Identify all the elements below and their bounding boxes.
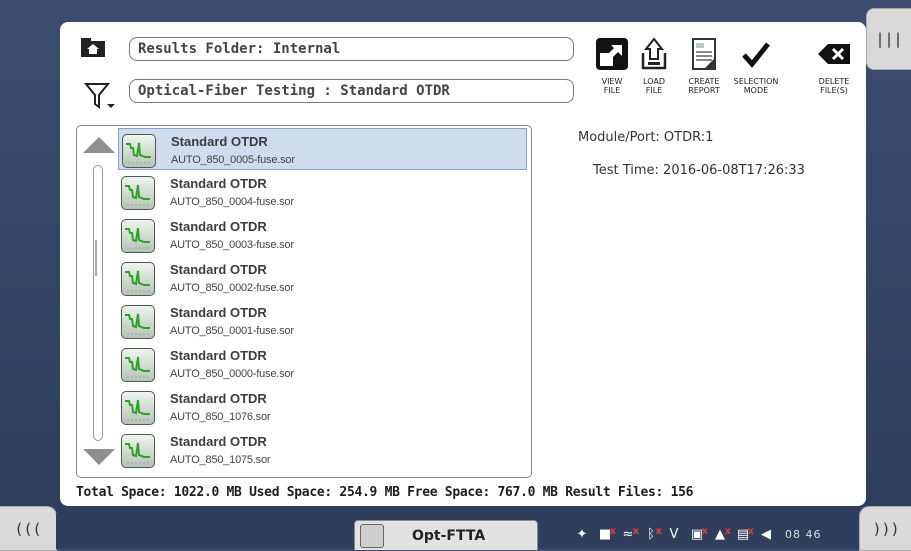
left-drawer-button[interactable]: ((( [0, 506, 57, 551]
file-title: Standard OTDR [170, 305, 267, 320]
app-icon [360, 523, 384, 548]
otdr-trace-icon [121, 434, 155, 468]
otdr-trace-icon [121, 219, 155, 253]
test-time-text: Test Time: 2016-06-08T17:26:33 [593, 163, 805, 178]
right-drawer-button[interactable]: ))) [859, 506, 911, 551]
file-name: AUTO_850_0005-fuse.sor [171, 154, 295, 166]
results-folder-field[interactable]: Results Folder: Internal [129, 37, 574, 61]
app-switcher-button[interactable]: Opt-FTTA [354, 520, 538, 550]
selection-mode-button[interactable]: SELECTION MODE [728, 36, 784, 106]
file-name: AUTO_850_1075.sor [170, 454, 271, 466]
storage-stats: Total Space: 1022.0 MB Used Space: 254.9… [76, 485, 694, 500]
list-item[interactable]: Standard OTDR AUTO_850_1075.sor [118, 429, 527, 471]
create-report-button[interactable]: CREATE REPORT [676, 36, 732, 106]
right-drawer-label: ))) [872, 519, 900, 538]
file-title: Standard OTDR [170, 348, 267, 363]
scroll-up-arrow-icon[interactable] [83, 137, 115, 153]
menu-tab-button[interactable]: ||| [866, 8, 911, 70]
list-item[interactable]: Standard OTDR AUTO_850_0004-fuse.sor [118, 171, 527, 213]
left-drawer-label: ((( [14, 519, 42, 538]
results-folder-label: Results Folder: Internal [138, 41, 341, 57]
create-report-icon [692, 38, 716, 70]
module-port-text: Module/Port: OTDR:1 [578, 130, 714, 145]
power-plug-icon[interactable]: ✦ [574, 527, 590, 542]
file-name: AUTO_850_0003-fuse.sor [170, 239, 294, 251]
file-title: Standard OTDR [170, 219, 267, 234]
app-label: Opt-FTTA [412, 527, 486, 544]
test-filter-label: Optical-Fiber Testing : Standard OTDR [138, 83, 450, 99]
view-file-icon [596, 38, 628, 70]
otdr-trace-icon [121, 348, 155, 382]
system-tray: ✦ ■ x ≈ x ᛒx V ▣ x ▲ x ▤ x ◀ 08 46 [574, 520, 822, 549]
load-file-icon [641, 37, 667, 70]
filter-icon[interactable] [83, 80, 119, 110]
bluetooth-icon[interactable]: ᛒx [643, 526, 662, 543]
scrollbar-track[interactable] [93, 165, 103, 441]
list-item[interactable]: Standard OTDR AUTO_850_0002-fuse.sor [118, 257, 527, 299]
test-filter-field[interactable]: Optical-Fiber Testing : Standard OTDR [129, 79, 574, 103]
file-name: AUTO_850_0001-fuse.sor [170, 325, 294, 337]
file-title: Standard OTDR [170, 262, 267, 277]
list-item[interactable]: Standard OTDR AUTO_850_0001-fuse.sor [118, 300, 527, 342]
otdr-trace-icon [122, 134, 156, 168]
file-title: Standard OTDR [170, 176, 267, 191]
file-title: Standard OTDR [170, 434, 267, 449]
terminal-icon[interactable]: ▣ x [689, 526, 708, 543]
delete-files-button[interactable]: DELETE FILE(S) [806, 36, 862, 106]
menu-tab-label: ||| [875, 30, 903, 48]
file-name: AUTO_850_0000-fuse.sor [170, 368, 294, 380]
scrollbar-thumb[interactable] [95, 240, 97, 276]
wifi-icon[interactable]: ≈ x [620, 526, 639, 543]
network-icon[interactable]: ▤ x [735, 526, 754, 543]
checkmark-icon [742, 42, 770, 68]
list-item[interactable]: Standard OTDR AUTO_850_1076.sor [118, 386, 527, 428]
file-name: AUTO_850_1076.sor [170, 411, 271, 423]
volume-icon[interactable]: ◀ [758, 527, 774, 542]
delete-icon [818, 44, 850, 64]
list-item[interactable]: Standard OTDR AUTO_850_0005-fuse.sor [118, 128, 527, 170]
load-file-button[interactable]: LOAD FILE [626, 36, 682, 106]
clock: 08 46 [785, 528, 822, 541]
otdr-trace-icon [121, 391, 155, 425]
file-title: Standard OTDR [170, 391, 267, 406]
file-name: AUTO_850_0002-fuse.sor [170, 282, 294, 294]
otdr-trace-icon [121, 176, 155, 210]
list-item[interactable]: Standard OTDR AUTO_850_0000-fuse.sor [118, 343, 527, 385]
camera-icon[interactable]: ■ x [597, 526, 616, 543]
home-folder-icon[interactable] [80, 36, 106, 58]
vnc-icon[interactable]: V [666, 527, 682, 542]
file-title: Standard OTDR [171, 134, 268, 149]
otdr-trace-icon [121, 262, 155, 296]
otdr-trace-icon [121, 305, 155, 339]
antenna-icon[interactable]: ▲ x [712, 526, 731, 543]
list-item[interactable]: Standard OTDR AUTO_850_0003-fuse.sor [118, 214, 527, 256]
scroll-down-arrow-icon[interactable] [83, 449, 115, 465]
file-name: AUTO_850_0004-fuse.sor [170, 196, 294, 208]
